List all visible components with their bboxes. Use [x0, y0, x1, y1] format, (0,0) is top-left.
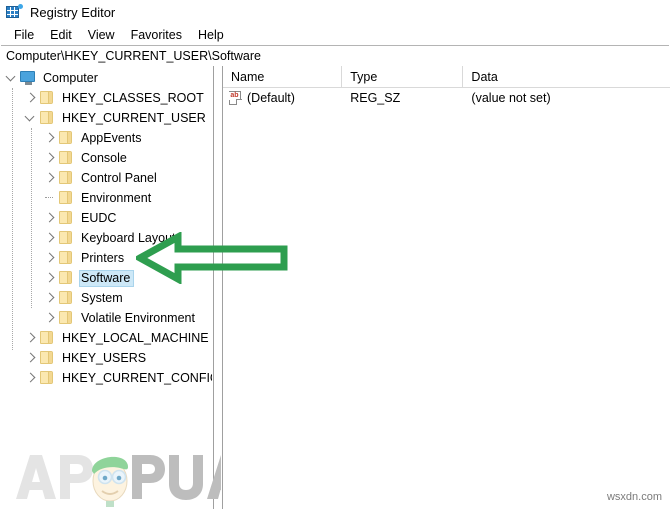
folder-icon [39, 348, 56, 368]
menu-bar: File Edit View Favorites Help [0, 24, 670, 45]
column-header-type[interactable]: Type [342, 66, 464, 87]
folder-icon [58, 248, 75, 268]
tree-item-label: HKEY_CURRENT_USER [62, 110, 206, 125]
tree-item-label: Volatile Environment [81, 310, 195, 325]
tree-guide-line [31, 128, 32, 308]
folder-icon [58, 288, 75, 308]
monitor-icon [20, 68, 37, 88]
chevron-right-icon[interactable] [42, 268, 58, 288]
chevron-right-icon[interactable] [23, 88, 39, 108]
folder-icon [58, 188, 75, 208]
tree-item-label: Computer [43, 70, 98, 85]
menu-item-help[interactable]: Help [190, 27, 232, 43]
folder-icon [39, 368, 56, 388]
tree-item-label: Environment [81, 190, 152, 205]
tree-item-label: Printers [81, 250, 125, 265]
address-bar[interactable]: Computer\HKEY_CURRENT_USER\Software [1, 45, 669, 67]
chevron-right-icon[interactable] [23, 348, 39, 368]
folder-icon [58, 268, 75, 288]
registry-tree-pane[interactable]: Computer HKEY_CLASSES_ROOT HKEY_CURRENT_US… [0, 66, 213, 509]
tree-item-label: EUDC [81, 210, 117, 225]
chevron-down-icon[interactable] [4, 68, 20, 88]
menu-item-edit[interactable]: Edit [42, 27, 80, 43]
value-data-cell: (value not set) [471, 91, 551, 105]
chevron-right-icon[interactable] [42, 288, 58, 308]
folder-icon [58, 148, 75, 168]
tree-item-hkey-local-machine[interactable]: HKEY_LOCAL_MACHINE [0, 328, 212, 348]
address-path-text: Computer\HKEY_CURRENT_USER\Software [6, 49, 261, 63]
tree-item-hkey-current-config[interactable]: HKEY_CURRENT_CONFIG [0, 368, 212, 388]
values-list-pane[interactable]: Name Type Data ab (Default) REG_SZ (value n… [223, 66, 670, 509]
tree-item-label: Control Panel [81, 170, 157, 185]
folder-icon [39, 88, 56, 108]
menu-item-view[interactable]: View [80, 27, 123, 43]
chevron-right-icon[interactable] [42, 208, 58, 228]
value-type-cell: REG_SZ [350, 91, 401, 105]
chevron-right-icon[interactable] [23, 328, 39, 348]
tree-connector-icon [42, 188, 58, 208]
menu-item-favorites[interactable]: Favorites [123, 27, 190, 43]
chevron-right-icon[interactable] [42, 148, 58, 168]
chevron-right-icon[interactable] [42, 228, 58, 248]
folder-icon [58, 228, 75, 248]
tree-item-label: Keyboard Layout [81, 230, 176, 245]
tree-item-hkey-classes-root[interactable]: HKEY_CLASSES_ROOT [0, 88, 212, 108]
folder-icon [39, 108, 56, 128]
tree-item-label: System [81, 290, 123, 305]
tree-item-computer[interactable]: Computer [0, 68, 212, 88]
tree-item-label: HKEY_CLASSES_ROOT [62, 90, 204, 105]
chevron-right-icon[interactable] [42, 128, 58, 148]
tree-item-label: Software [79, 269, 135, 287]
tree-item-volatile-environment[interactable]: Volatile Environment [0, 308, 212, 328]
values-list-header: Name Type Data [223, 66, 670, 88]
table-row[interactable]: ab (Default) REG_SZ (value not set) [223, 88, 670, 108]
chevron-right-icon[interactable] [42, 248, 58, 268]
string-value-icon: ab [229, 91, 243, 105]
chevron-right-icon[interactable] [23, 368, 39, 388]
column-header-name[interactable]: Name [223, 66, 343, 87]
chevron-right-icon[interactable] [42, 308, 58, 328]
value-name-text: (Default) [247, 91, 295, 105]
tree-item-hkey-users[interactable]: HKEY_USERS [0, 348, 212, 368]
wsxdn-watermark: wsxdn.com [606, 491, 662, 503]
tree-guide-line [12, 88, 13, 350]
tree-item-label: Console [81, 150, 127, 165]
chevron-down-icon[interactable] [23, 108, 39, 128]
title-bar: Registry Editor [0, 0, 670, 24]
folder-icon [58, 168, 75, 188]
main-split-area: Computer HKEY_CLASSES_ROOT HKEY_CURRENT_US… [0, 66, 670, 509]
values-list-body: ab (Default) REG_SZ (value not set) [223, 88, 670, 108]
registry-icon [6, 4, 23, 20]
value-name-cell: ab (Default) [223, 88, 342, 108]
column-header-data[interactable]: Data [463, 66, 670, 87]
menu-item-file[interactable]: File [6, 27, 42, 43]
pane-splitter[interactable] [213, 66, 223, 509]
tree-item-label: HKEY_USERS [62, 350, 147, 365]
tree-item-label: HKEY_LOCAL_MACHINE [62, 330, 209, 345]
tree-item-hkey-current-user[interactable]: HKEY_CURRENT_USER [0, 108, 212, 128]
folder-icon [58, 128, 75, 148]
folder-icon [39, 328, 56, 348]
folder-icon [58, 308, 75, 328]
chevron-right-icon[interactable] [42, 168, 58, 188]
tree-item-label: HKEY_CURRENT_CONFIG [62, 370, 213, 385]
folder-icon [58, 208, 75, 228]
window-title: Registry Editor [30, 4, 116, 20]
tree-item-label: AppEvents [81, 130, 142, 145]
